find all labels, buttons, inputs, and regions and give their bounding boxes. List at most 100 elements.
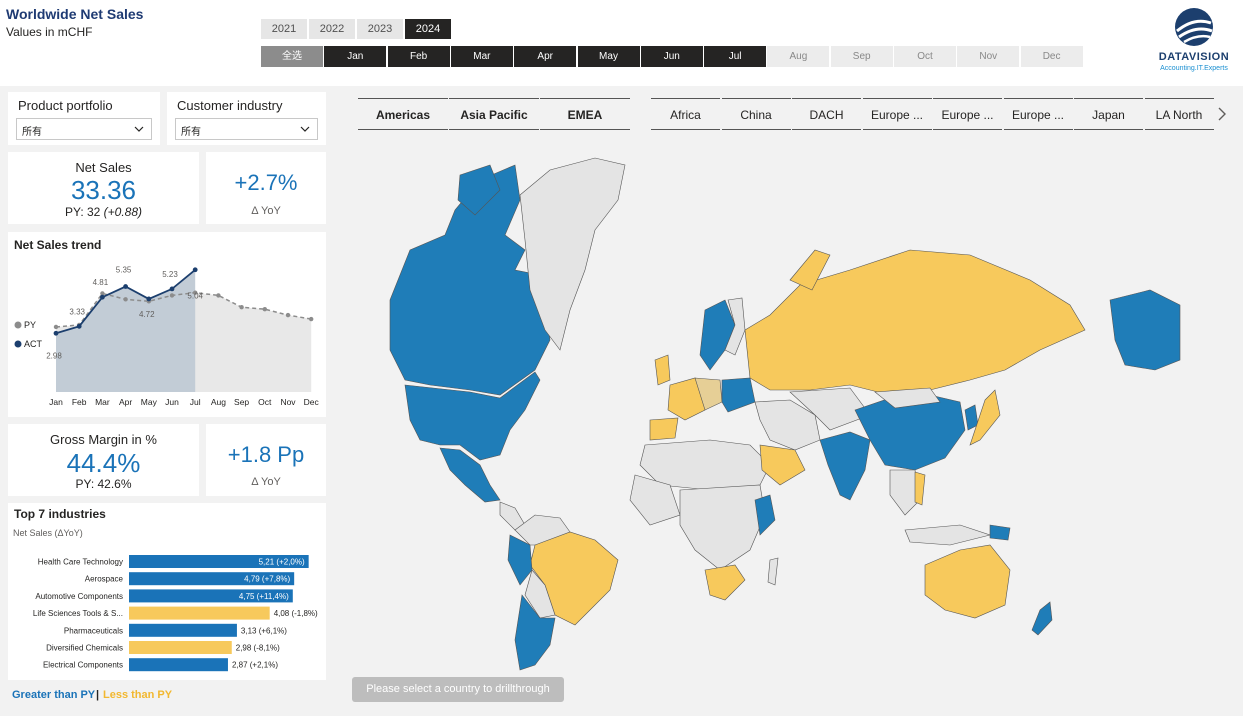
- industry-bar[interactable]: [129, 641, 232, 654]
- region-button-sub-5[interactable]: Europe ...: [1003, 98, 1073, 130]
- act-point: [146, 296, 152, 302]
- product-portfolio-dropdown[interactable]: 所有: [16, 118, 152, 140]
- trend-month-tick: May: [141, 397, 158, 407]
- act-point: [100, 294, 105, 300]
- year-button-3[interactable]: 2024: [405, 19, 451, 39]
- industry-label: Electrical Components: [43, 661, 123, 670]
- net-sales-title: Net Sales: [75, 160, 132, 175]
- month-button-12[interactable]: Dec: [1020, 46, 1083, 67]
- month-button-10[interactable]: Oct: [894, 46, 956, 67]
- top-industries-card: Top 7 industries Net Sales (ΔYoY) Health…: [8, 503, 326, 680]
- logo-globe-icon: [1175, 8, 1213, 46]
- country-central-africa[interactable]: [679, 484, 766, 571]
- country-uk[interactable]: [654, 354, 671, 386]
- industry-bar[interactable]: [129, 606, 270, 620]
- industry-value-label: 4,79 (+7,8%): [244, 575, 290, 584]
- py-point: [216, 293, 221, 298]
- gross-margin-yoy-card: +1.8 Pp Δ YoY: [206, 424, 326, 496]
- trend-data-label: 5.23: [162, 270, 178, 279]
- drillthrough-button[interactable]: Please select a country to drillthrough: [352, 677, 564, 702]
- act-point: [192, 267, 198, 273]
- industry-value-label: 5,21 (+2,0%): [259, 558, 305, 567]
- year-button-1[interactable]: 2022: [309, 19, 355, 39]
- trend-month-tick: Jun: [165, 397, 179, 407]
- legend-greater-than-py: Greater than PY: [12, 689, 96, 701]
- region-button-main-1[interactable]: Asia Pacific: [449, 98, 539, 130]
- trend-month-tick: Jan: [49, 397, 63, 407]
- country-eastern-europe[interactable]: [721, 377, 756, 413]
- region-button-sub-4[interactable]: Europe ...: [933, 98, 1002, 130]
- country-russia[interactable]: [744, 249, 1086, 396]
- region-button-sub-0[interactable]: Africa: [651, 98, 720, 130]
- industry-bar[interactable]: [129, 623, 237, 637]
- world-map: [350, 140, 1240, 680]
- month-button-0[interactable]: 全选: [261, 46, 323, 67]
- month-button-6[interactable]: Jun: [640, 46, 703, 67]
- month-button-3[interactable]: Mar: [450, 46, 513, 67]
- trend-month-tick: Oct: [258, 397, 272, 407]
- trend-data-label: 2.98: [46, 351, 62, 360]
- product-portfolio-value: 所有: [22, 127, 42, 138]
- country-papua[interactable]: [989, 524, 1011, 541]
- net-sales-py-text: PY: 32: [64, 205, 104, 219]
- industry-value-label: 3,13 (+6,1%): [241, 626, 287, 635]
- industry-bar[interactable]: [129, 658, 228, 672]
- country-australia[interactable]: [924, 544, 1011, 619]
- country-saudi-arabia[interactable]: [759, 444, 806, 486]
- customer-industry-value: 所有: [181, 127, 201, 138]
- trend-data-label: 4.72: [139, 310, 155, 319]
- py-point: [169, 293, 175, 298]
- company-logo: DATAVISION Accounting.IT.Experts: [1150, 5, 1238, 77]
- country-india[interactable]: [819, 431, 871, 501]
- logo-name: DATAVISION: [1158, 51, 1230, 63]
- trend-data-label: 5.35: [116, 266, 132, 275]
- month-button-4[interactable]: Apr: [514, 46, 577, 67]
- month-button-11[interactable]: Nov: [957, 46, 1020, 67]
- year-button-2[interactable]: 2023: [357, 19, 403, 39]
- region-button-main-0[interactable]: Americas: [358, 98, 448, 130]
- region-button-sub-7[interactable]: LA North: [1144, 98, 1214, 130]
- country-far-east[interactable]: [1109, 289, 1181, 371]
- py-point: [285, 312, 291, 318]
- net-sales-yoy-value: +2.7%: [234, 170, 298, 195]
- net-sales-trend-card: Net Sales trend 2.98 3.33 4.81 5.35 4.72 5.23…: [8, 232, 326, 417]
- industry-label: Diversified Chemicals: [46, 644, 123, 653]
- country-indonesia[interactable]: [904, 524, 992, 546]
- customer-industry-slicer: Customer industry 所有: [167, 92, 326, 145]
- region-button-sub-6[interactable]: Japan: [1074, 98, 1143, 130]
- country-madagascar[interactable]: [767, 557, 779, 586]
- py-point: [53, 324, 59, 330]
- country-iberia[interactable]: [649, 417, 679, 441]
- gross-margin-py: PY: 42.6%: [75, 477, 132, 491]
- country-vietnam[interactable]: [914, 471, 926, 506]
- net-sales-yoy-card: +2.7% Δ YoY: [206, 152, 326, 224]
- chevron-right-icon[interactable]: [1216, 105, 1228, 123]
- net-sales-py: PY: 32 (+0.88): [8, 205, 199, 219]
- year-button-0[interactable]: 2021: [261, 19, 307, 39]
- region-button-sub-3[interactable]: Europe ...: [862, 98, 932, 130]
- month-button-9[interactable]: Sep: [830, 46, 893, 67]
- industry-label: Pharmaceuticals: [64, 626, 123, 635]
- legend-act-marker: [14, 340, 22, 348]
- month-button-2[interactable]: Feb: [387, 46, 450, 67]
- legend-py-label: PY: [24, 320, 36, 330]
- act-point: [169, 286, 175, 292]
- trend-data-label: 5.04: [187, 292, 203, 301]
- country-south-africa[interactable]: [704, 564, 746, 601]
- legend-separator: |: [96, 689, 100, 701]
- region-button-sub-1[interactable]: China: [721, 98, 791, 130]
- region-button-sub-2[interactable]: DACH: [792, 98, 861, 130]
- industry-value-label: 2,87 (+2,1%): [232, 661, 278, 670]
- month-button-1[interactable]: Jan: [324, 46, 387, 67]
- industry-label: Aerospace: [85, 575, 124, 584]
- net-sales-value: 33.36: [70, 175, 137, 205]
- country-scandinavia[interactable]: [699, 299, 736, 371]
- trend-data-label: 3.33: [69, 307, 85, 316]
- country-new-zealand[interactable]: [1031, 601, 1053, 636]
- month-button-7[interactable]: Jul: [704, 46, 767, 67]
- product-portfolio-slicer: Product portfolio 所有: [8, 92, 160, 145]
- region-button-main-2[interactable]: EMEA: [540, 98, 630, 130]
- month-button-5[interactable]: May: [577, 46, 640, 67]
- customer-industry-dropdown[interactable]: 所有: [175, 118, 318, 140]
- month-button-8[interactable]: Aug: [767, 46, 830, 67]
